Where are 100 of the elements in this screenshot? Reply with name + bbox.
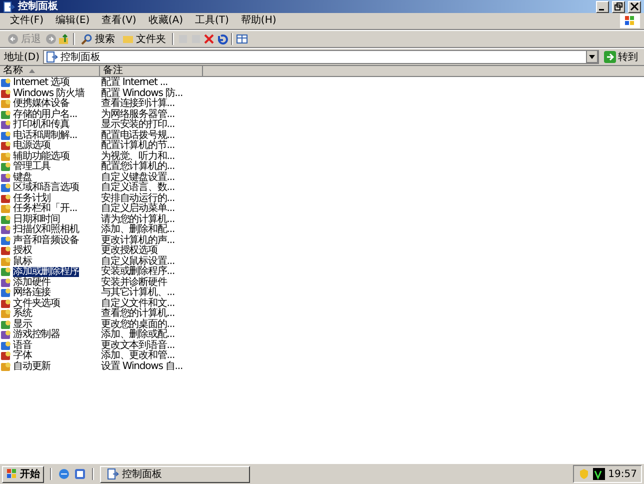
menu-item[interactable]: 文件(F) xyxy=(4,15,50,27)
item-comment: 添加、删除或配... xyxy=(100,330,175,340)
item-name[interactable]: 区域和语言选项 xyxy=(13,183,79,194)
windows-logo-icon xyxy=(6,468,18,480)
control-panel-item-icon xyxy=(0,192,12,205)
address-field[interactable]: 控制面板 xyxy=(42,50,599,64)
window-title: 控制面板 xyxy=(18,0,59,12)
control-panel-item-icon xyxy=(0,182,12,194)
control-panel-item-icon xyxy=(0,256,12,268)
item-comment: 请为您的计算机... xyxy=(100,214,175,225)
item-name[interactable]: 声音和音频设备 xyxy=(13,236,79,246)
item-comment: 更改授权选项 xyxy=(100,246,158,256)
item-comment: 显示安装的打印... xyxy=(100,120,175,130)
control-panel-item-icon xyxy=(0,172,12,184)
close-icon[interactable] xyxy=(628,0,641,12)
delete-icon[interactable] xyxy=(203,32,215,44)
control-panel-item-icon xyxy=(0,161,12,174)
item-comment: 设置 Windows 自... xyxy=(100,362,183,372)
control-panel-item-icon xyxy=(0,224,12,236)
control-panel-item-icon xyxy=(0,287,12,300)
up-folder-icon[interactable] xyxy=(58,32,70,44)
restore-icon[interactable] xyxy=(612,0,625,12)
column-header[interactable]: 备注 xyxy=(100,66,203,77)
control-panel-icon xyxy=(46,50,58,62)
control-panel-item-icon xyxy=(0,77,12,90)
item-name[interactable]: 日期和时间 xyxy=(13,214,60,225)
item-name[interactable]: 语音 xyxy=(13,340,32,351)
item-comment: 更改您的桌面的... xyxy=(100,320,175,330)
column-header[interactable]: 名称 xyxy=(0,66,100,77)
control-panel-item-icon xyxy=(0,214,12,226)
item-name[interactable]: 任务栏和「开... xyxy=(13,204,78,214)
folders-button[interactable]: 文件夹 xyxy=(119,32,169,46)
item-comment: 配置计算机的节... xyxy=(100,141,175,152)
item-comment: 查看您的计算机... xyxy=(100,309,175,320)
item-name[interactable]: 文件夹选项 xyxy=(13,298,60,309)
item-name[interactable]: 网络连接 xyxy=(13,288,51,298)
control-panel-item-icon xyxy=(0,318,12,331)
item-name[interactable]: 字体 xyxy=(13,351,32,362)
item-name[interactable]: Internet 选项 xyxy=(13,78,70,88)
item-comment: 为网络服务器管... xyxy=(100,110,175,120)
item-name[interactable]: 自动更新 xyxy=(13,362,51,372)
views-icon[interactable] xyxy=(236,32,248,44)
menu-item[interactable]: 工具(T) xyxy=(189,15,235,27)
control-panel-item-icon xyxy=(0,140,12,152)
control-panel-item-icon xyxy=(0,130,12,142)
item-comment: 安排自动运行的... xyxy=(100,194,175,204)
control-panel-item-icon xyxy=(0,245,12,258)
item-comment: 配置 Windows 防... xyxy=(100,88,183,99)
item-name[interactable]: 系统 xyxy=(13,309,32,320)
item-comment: 配置电话拨号规... xyxy=(100,130,175,141)
control-panel-item-icon xyxy=(0,234,12,247)
item-name[interactable]: 键盘 xyxy=(13,172,32,183)
item-comment: 安装或删除程序... xyxy=(100,267,175,278)
windows-logo-icon xyxy=(620,14,640,28)
start-button[interactable]: 开始 xyxy=(2,466,44,482)
taskbar-button[interactable]: 控制面板 xyxy=(100,466,250,482)
control-panel-item-icon xyxy=(0,329,12,342)
item-name[interactable]: 电源选项 xyxy=(13,141,51,152)
address-label: 地址(D) xyxy=(4,50,40,64)
item-name[interactable]: 电话和调制解... xyxy=(13,130,78,141)
item-name[interactable]: 管理工具 xyxy=(13,162,51,172)
item-name[interactable]: 授权 xyxy=(13,246,32,256)
control-panel-item-icon xyxy=(0,203,12,216)
undo-icon[interactable] xyxy=(216,32,228,44)
go-button[interactable]: 转到 xyxy=(602,50,640,64)
item-name[interactable]: 任务计划 xyxy=(13,194,51,204)
menu-item[interactable]: 收藏(A) xyxy=(142,15,189,27)
item-name[interactable]: Windows 防火墙 xyxy=(13,88,84,99)
minimize-icon[interactable] xyxy=(596,0,609,12)
item-comment: 查看连接到计算... xyxy=(100,99,175,110)
item-comment: 与其它计算机、... xyxy=(100,288,175,298)
item-comment: 添加、删除和配... xyxy=(100,225,175,236)
item-name[interactable]: 存储的用户名... xyxy=(13,110,78,120)
search-icon xyxy=(81,32,93,44)
clock: 19:57 xyxy=(608,468,637,480)
menu-item[interactable]: 编辑(E) xyxy=(50,15,96,27)
arrow-icon xyxy=(604,50,616,62)
menu-item[interactable]: 查看(V) xyxy=(96,15,142,27)
item-name[interactable]: 辅助功能选项 xyxy=(13,152,70,162)
item-comment: 自定义键盘设置... xyxy=(100,172,175,183)
search-button[interactable]: 搜索 xyxy=(78,32,118,46)
forward-icon[interactable] xyxy=(45,32,57,44)
item-comment: 自定义启动菜单... xyxy=(100,204,175,214)
control-panel-item-icon xyxy=(0,340,12,352)
item-name[interactable]: 便携媒体设备 xyxy=(13,99,70,110)
item-name[interactable]: 打印机和传真 xyxy=(13,120,70,130)
menu-item[interactable]: 帮助(H) xyxy=(234,15,282,27)
item-comment: 配置 Internet ... xyxy=(100,78,168,88)
item-comment: 自定义文件和文... xyxy=(100,298,175,309)
antivirus-icon[interactable] xyxy=(593,468,606,480)
control-panel-item-icon xyxy=(0,350,12,362)
item-name[interactable]: 添加硬件 xyxy=(13,278,51,288)
item-name[interactable]: 游戏控制器 xyxy=(13,330,60,340)
item-name[interactable]: 鼠标 xyxy=(13,256,32,267)
control-panel-icon xyxy=(3,0,15,12)
item-comment: 安装并诊断硬件 xyxy=(100,278,167,288)
control-panel-item-icon xyxy=(0,119,12,132)
item-name[interactable]: 显示 xyxy=(13,320,32,330)
control-panel-icon xyxy=(107,468,119,480)
item-name[interactable]: 扫描仪和照相机 xyxy=(13,225,79,236)
